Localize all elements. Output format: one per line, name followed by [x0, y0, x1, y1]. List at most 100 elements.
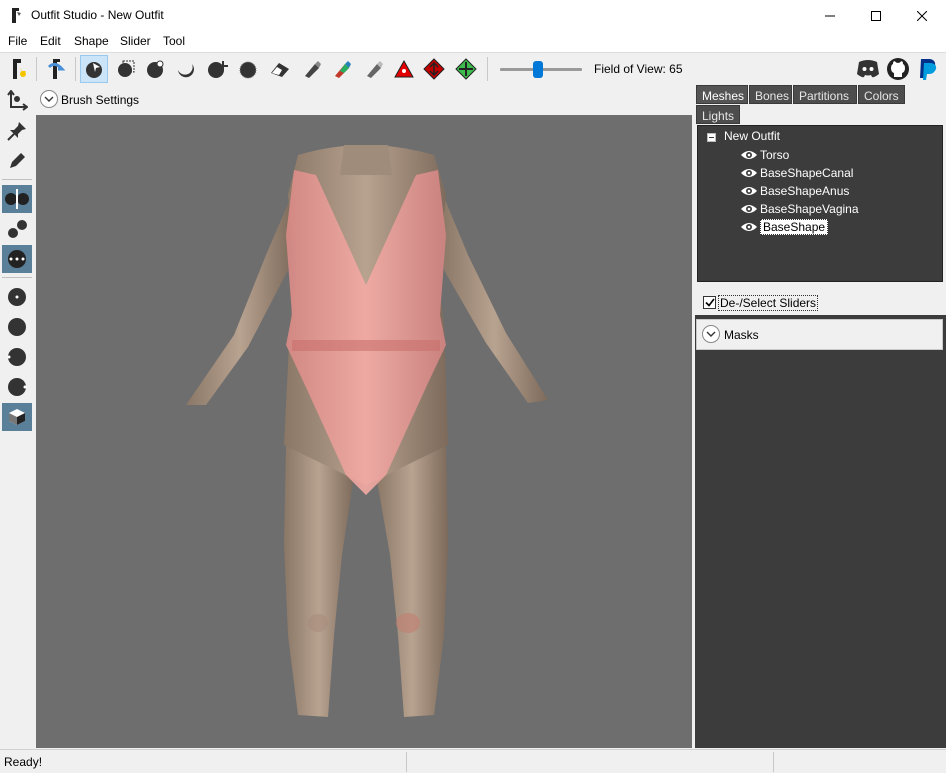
points-icon [8, 288, 26, 306]
close-button[interactable] [899, 0, 945, 31]
color-brush-button[interactable] [328, 55, 356, 83]
mesh-item-baseshape[interactable]: BaseShape [740, 218, 829, 235]
move-brush-button[interactable] [204, 55, 232, 83]
title-bar: Outfit Studio - New Outfit [0, 0, 946, 31]
weight-brush-button[interactable] [298, 55, 326, 83]
eye-icon[interactable] [740, 203, 758, 215]
mesh-item-baseshapevagina[interactable]: BaseShapeVagina [740, 200, 859, 217]
texture-toggle[interactable] [2, 373, 32, 401]
checkmark-icon [704, 298, 715, 307]
mesh-tree[interactable]: New Outfit Torso BaseShapeCanal BaseShap… [697, 125, 943, 282]
pencil-icon [10, 153, 25, 168]
tab-lights[interactable]: Lights [696, 105, 740, 124]
undiff-brush-button[interactable] [266, 55, 294, 83]
deflate-brush-icon [178, 64, 194, 78]
maximize-icon [871, 10, 881, 21]
outfit-model-render[interactable] [36, 115, 692, 748]
paypal-icon [920, 59, 937, 80]
light-toggle[interactable] [2, 343, 32, 371]
mesh-item-label: BaseShapeCanal [760, 165, 854, 180]
mask-brush-button[interactable] [112, 55, 140, 83]
deselect-sliders-row[interactable]: De-/Select Sliders [695, 289, 946, 315]
cube-icon [9, 409, 25, 425]
mask-brush-icon [118, 60, 135, 77]
alpha-brush-icon [367, 61, 383, 78]
wireframe-toggle[interactable] [2, 313, 32, 341]
pin-icon [7, 122, 26, 141]
split-edge-icon [455, 58, 477, 80]
masks-header[interactable]: Masks [696, 319, 943, 350]
mesh-item-label: BaseShapeAnus [760, 183, 850, 198]
paypal-button[interactable] [914, 55, 942, 83]
eye-icon[interactable] [740, 149, 758, 161]
field-of-view-slider-thumb[interactable] [533, 61, 543, 78]
color-brush-icon [335, 61, 351, 78]
github-icon [887, 58, 909, 80]
mirror-tool-button[interactable] [2, 185, 32, 213]
smooth-brush-button[interactable] [234, 55, 262, 83]
sliders-section: De-/Select Sliders Masks [695, 289, 946, 748]
connected-icon [8, 220, 27, 238]
tab-colors[interactable]: Colors [858, 85, 905, 104]
mesh-item-torso[interactable]: Torso [740, 146, 789, 163]
menu-tool[interactable]: Tool [163, 34, 185, 48]
3d-viewport[interactable]: Brush Settings [36, 85, 692, 748]
menu-file[interactable]: File [8, 34, 27, 48]
toolbar-separator [487, 57, 488, 81]
deselect-sliders-label[interactable]: De-/Select Sliders [718, 295, 819, 311]
split-edge-button[interactable] [452, 55, 480, 83]
tree-root-label[interactable]: New Outfit [724, 129, 780, 143]
new-project-icon [13, 59, 26, 79]
toolbar-separator [36, 57, 37, 81]
menu-shape[interactable]: Shape [74, 34, 109, 48]
mask-view-toggle[interactable] [2, 403, 32, 431]
tab-bones[interactable]: Bones [749, 85, 792, 104]
app-icon [12, 8, 21, 23]
github-button[interactable] [884, 55, 912, 83]
tab-partitions[interactable]: Partitions [793, 85, 857, 104]
tool-separator [2, 179, 32, 180]
light-icon [7, 348, 26, 366]
eye-icon[interactable] [740, 221, 758, 233]
right-panel: Meshes Bones Partitions Colors Lights Ne… [695, 85, 946, 748]
eye-icon[interactable] [740, 167, 758, 179]
transform-tool-button[interactable] [2, 87, 32, 115]
eye-icon[interactable] [740, 185, 758, 197]
flip-edge-button[interactable] [420, 55, 448, 83]
load-reference-button[interactable] [42, 55, 70, 83]
minimize-button[interactable] [807, 0, 853, 31]
transform-icon [7, 90, 28, 111]
menu-edit[interactable]: Edit [40, 34, 61, 48]
maximize-button[interactable] [853, 0, 899, 31]
collapse-icon[interactable] [707, 133, 716, 142]
status-bar: Ready! [0, 749, 946, 773]
vertex-points-toggle[interactable] [2, 283, 32, 311]
panel-tabs: Meshes Bones Partitions Colors Lights [695, 85, 946, 125]
inflate-brush-button[interactable] [142, 55, 170, 83]
brush-settings-header[interactable]: Brush Settings [36, 85, 692, 115]
mesh-item-baseshapeanus[interactable]: BaseShapeAnus [740, 182, 849, 199]
toolbar-separator [75, 57, 76, 81]
tab-meshes[interactable]: Meshes [696, 85, 748, 104]
discord-button[interactable] [854, 55, 882, 83]
select-brush-button[interactable] [80, 55, 108, 83]
deflate-brush-button[interactable] [172, 55, 200, 83]
connected-only-tool-button[interactable] [2, 215, 32, 243]
load-ref-icon [47, 59, 66, 79]
window-title: Outfit Studio - New Outfit [31, 8, 164, 22]
eraser-icon [271, 63, 289, 77]
left-toolbar [0, 85, 34, 748]
alpha-brush-button[interactable] [360, 55, 388, 83]
deselect-sliders-checkbox[interactable] [703, 296, 716, 309]
global-brush-tool-button[interactable] [2, 245, 32, 273]
chevron-down-icon[interactable] [702, 325, 720, 343]
collapse-vertex-button[interactable] [390, 55, 418, 83]
new-project-button[interactable] [4, 55, 32, 83]
tool-separator [2, 277, 32, 278]
mesh-item-baseshapecanal[interactable]: BaseShapeCanal [740, 164, 853, 181]
vertex-edit-tool-button[interactable] [2, 147, 32, 175]
chevron-down-icon[interactable] [40, 90, 58, 108]
menu-slider[interactable]: Slider [120, 34, 151, 48]
pivot-tool-button[interactable] [2, 117, 32, 145]
mirror-icon [5, 189, 29, 209]
